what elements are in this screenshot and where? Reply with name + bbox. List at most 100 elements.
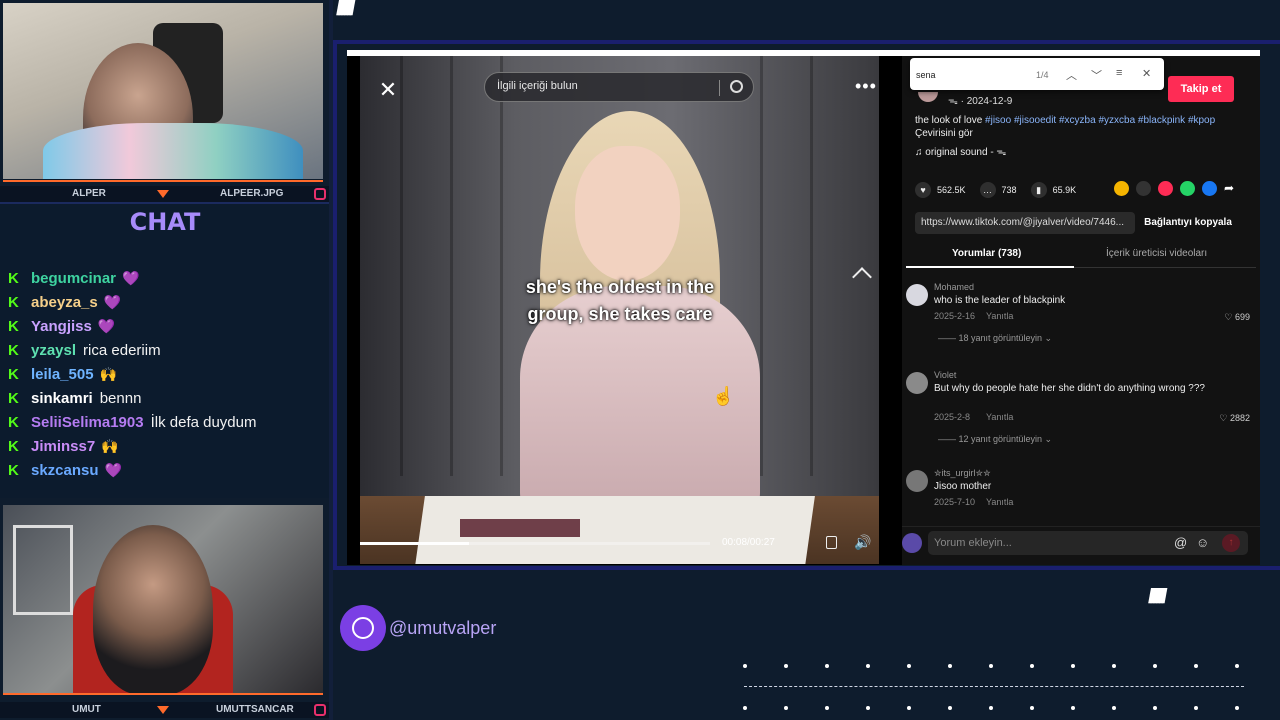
find-query[interactable]: sena: [916, 70, 936, 80]
tab-comments[interactable]: Yorumlar (738): [952, 248, 1021, 259]
grid-dot: [989, 706, 993, 710]
video-url-field[interactable]: https://www.tiktok.com/@jiyalver/video/7…: [915, 212, 1135, 234]
avatar[interactable]: [906, 372, 928, 394]
video-player[interactable]: ✕ İlgili içeriği bulun ••• she's the old…: [360, 56, 879, 564]
avatar: [902, 533, 922, 553]
kick-badge-icon: K: [8, 461, 19, 479]
reply-link[interactable]: Yanıtla: [986, 412, 1013, 422]
whatsapp-icon[interactable]: [1180, 181, 1195, 196]
translate-link[interactable]: Çevirisini gör: [915, 127, 1255, 140]
pip-icon[interactable]: [826, 536, 837, 549]
comment-list: Mohamed who is the leader of blackpink 202…: [902, 282, 1260, 518]
chevron-up-icon[interactable]: ︿: [1066, 67, 1077, 83]
comment-likes[interactable]: ♡ 699: [1224, 312, 1250, 323]
chat-username[interactable]: leila_505: [31, 366, 94, 383]
chat-username[interactable]: SeliiSelima1903: [31, 414, 144, 431]
instagram-icon: [314, 704, 326, 716]
chat-username[interactable]: yzaysl: [31, 342, 76, 359]
grid-dot: [948, 664, 952, 668]
chat-username[interactable]: sinkamri: [31, 390, 93, 407]
avatar[interactable]: [906, 470, 928, 492]
stripe-decoration: //////////: [1148, 586, 1167, 608]
find-in-page-bar[interactable]: sena 1/4 ︿ ﹀ ≡ ✕: [910, 58, 1164, 90]
filter-icon[interactable]: ≡: [1116, 67, 1122, 79]
grid-dot: [907, 706, 911, 710]
kick-badge-icon: K: [8, 437, 19, 455]
chat-username[interactable]: begumcinar: [31, 270, 116, 287]
kick-badge-icon: K: [8, 269, 19, 287]
comment-stat[interactable]: … 738: [979, 182, 1017, 198]
view-replies-link[interactable]: —— 12 yanıt görüntüleyin ⌄: [938, 434, 1052, 445]
post-caption: the look of love #jisoo #jisooedit #xcyz…: [915, 114, 1255, 140]
grid-dot: [1153, 706, 1157, 710]
repost-icon[interactable]: [1158, 181, 1173, 196]
chat-username[interactable]: abeyza_s: [31, 294, 98, 311]
book-photo: [460, 519, 580, 537]
reply-link[interactable]: Yanıtla: [986, 497, 1013, 507]
globe-icon: [340, 605, 386, 651]
view-replies-link[interactable]: —— 18 yanıt görüntüleyin ⌄: [938, 333, 1052, 344]
webcam-alper: [3, 3, 323, 179]
save-stat[interactable]: ▮ 65.9K: [1030, 182, 1076, 198]
grid-dot: [1112, 664, 1116, 668]
grid-dot: [1071, 664, 1075, 668]
cam-name-left: UMUT: [72, 704, 101, 715]
comment-likes[interactable]: ♡ 2882: [1219, 413, 1250, 424]
grid-dot: [907, 664, 911, 668]
caption-hashtags[interactable]: #jisoo #jisooedit #xcyzba #yzxcba #black…: [985, 115, 1215, 126]
kick-badge-icon: K: [8, 341, 19, 359]
cam-name-right: UMUTTSANCAR: [216, 704, 294, 715]
reply-link[interactable]: Yanıtla: [986, 311, 1013, 321]
close-icon[interactable]: ✕: [1142, 67, 1151, 80]
like-stat[interactable]: ♥ 562.5K: [915, 182, 966, 198]
grid-dot: [1194, 664, 1198, 668]
person-face: [575, 146, 680, 281]
related-search-input[interactable]: İlgili içeriği bulun: [484, 72, 754, 102]
copy-link-button[interactable]: Bağlantıyı kopyala: [1136, 212, 1240, 234]
chat-emote: 🙌: [101, 437, 119, 454]
emoji-icon[interactable]: ☺: [1196, 535, 1209, 550]
coin-icon[interactable]: [1114, 181, 1129, 196]
chat-emote: 💜: [104, 461, 122, 478]
chat-message: Kbegumcinar 💜: [8, 266, 328, 290]
chevron-down-icon[interactable]: ﹀: [1091, 67, 1102, 83]
facebook-icon[interactable]: [1202, 181, 1217, 196]
follow-button[interactable]: Takip et: [1168, 76, 1234, 102]
volume-icon[interactable]: 🔊: [854, 534, 871, 551]
triangle-icon: [157, 190, 169, 198]
chat-message: Kyzaysl rica ederiim: [8, 338, 328, 362]
close-icon[interactable]: ✕: [376, 78, 400, 102]
subtitle-line: she's the oldest in the: [525, 277, 715, 297]
chat-message: Kskzcansu 💜: [8, 458, 328, 482]
progress-bar[interactable]: [360, 542, 710, 545]
grid-dot: [989, 664, 993, 668]
grid-dot: [743, 664, 747, 668]
comment-username[interactable]: Mohamed: [934, 282, 974, 292]
author-avatar[interactable]: [918, 92, 938, 102]
mention-icon[interactable]: @: [1174, 535, 1187, 550]
stream-overlay: ALPER ALPEER.JPG CHAT Kbegumcinar 💜 Kabeyz…: [0, 0, 1280, 720]
search-separator: [719, 80, 720, 96]
chat-username[interactable]: Yangjiss: [31, 318, 92, 335]
more-options-icon[interactable]: •••: [855, 76, 877, 97]
subtitle-line: group, she takes care: [527, 304, 713, 324]
search-icon[interactable]: [730, 80, 743, 93]
comment-username[interactable]: ✮its_urgirl✮✮: [934, 468, 991, 479]
grid-dot: [743, 706, 747, 710]
share-arrow-icon[interactable]: ➦: [1224, 181, 1239, 196]
avatar[interactable]: [906, 284, 928, 306]
sound-link[interactable]: ♫ original sound - ᯓ: [915, 144, 1006, 158]
comment-date: 2025-7-10: [934, 497, 976, 507]
chat-username[interactable]: Jiminss7: [31, 438, 95, 455]
chevron-up-icon[interactable]: [852, 267, 872, 287]
chat-list: Kbegumcinar 💜 Kabeyza_s 💜 K Yangjiss 💜 Kyzaysl r…: [8, 266, 328, 482]
cam-divider: [3, 180, 323, 182]
chat-username[interactable]: skzcansu: [31, 462, 99, 479]
dash-line: [744, 686, 1244, 687]
tab-creator-videos[interactable]: İçerik üreticisi videoları: [1106, 248, 1207, 259]
embed-icon[interactable]: [1136, 181, 1151, 196]
comment-username[interactable]: Violet: [934, 370, 956, 380]
grid-dot: [1153, 664, 1157, 668]
send-icon[interactable]: ↑: [1222, 534, 1240, 552]
caption-text: the look of love: [915, 115, 983, 126]
